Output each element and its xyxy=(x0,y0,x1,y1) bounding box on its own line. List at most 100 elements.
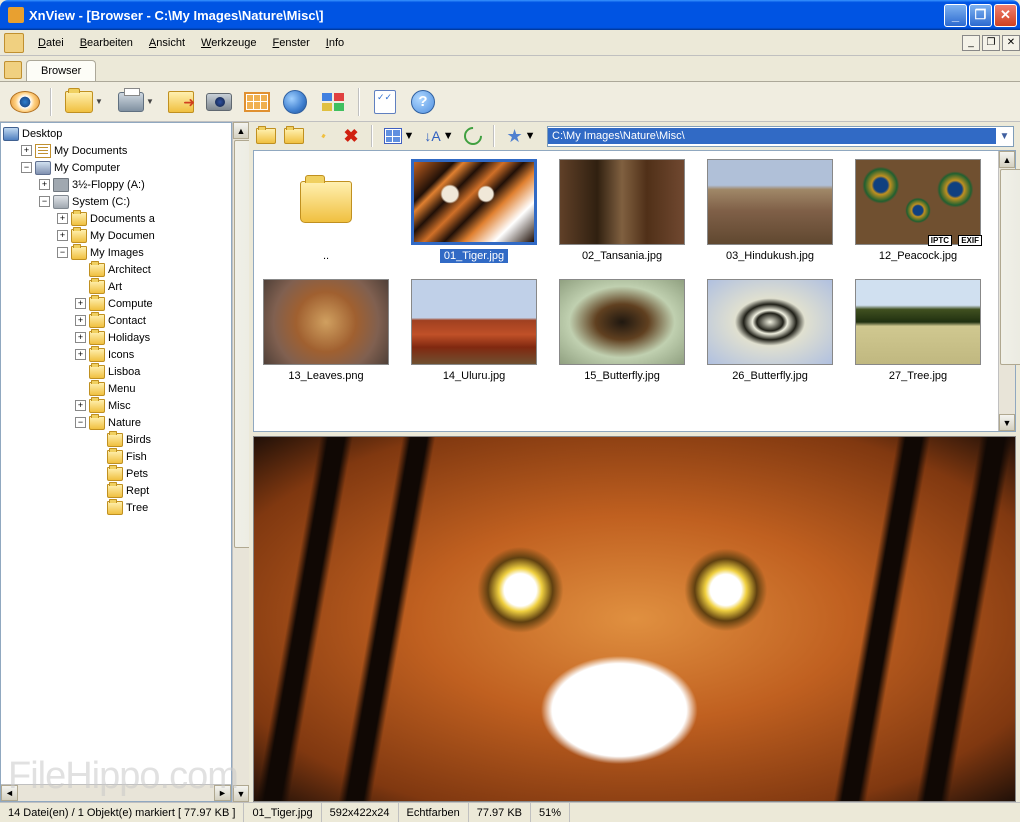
folder-up-button[interactable] xyxy=(255,124,279,148)
expand-icon[interactable]: + xyxy=(57,230,68,241)
status-filename: 01_Tiger.jpg xyxy=(244,803,321,822)
sort-button[interactable]: ↓A▼ xyxy=(421,124,457,148)
folder-tree[interactable]: Desktop +My Documents −My Computer +3½-F… xyxy=(1,123,231,784)
tree-node[interactable]: Architect xyxy=(3,261,229,278)
mdi-restore-button[interactable]: ❐ xyxy=(982,35,1000,51)
separator xyxy=(358,88,360,116)
tree-node[interactable]: Lisboa xyxy=(3,363,229,380)
tree-node[interactable]: +Misc xyxy=(3,397,229,414)
minimize-button[interactable]: _ xyxy=(944,4,967,27)
tree-node[interactable]: +Compute xyxy=(3,295,229,312)
tree-node[interactable]: Pets xyxy=(3,465,229,482)
tree-node[interactable]: +Icons xyxy=(3,346,229,363)
favorites-button[interactable]: ★▼ xyxy=(503,124,539,148)
tree-node-desktop[interactable]: Desktop xyxy=(3,125,229,142)
menu-fenster[interactable]: Fenster xyxy=(264,34,317,52)
expand-icon[interactable]: + xyxy=(57,213,68,224)
preview-pane[interactable] xyxy=(253,436,1016,802)
folder-icon xyxy=(89,399,105,413)
tree-node-floppy[interactable]: +3½-Floppy (A:) xyxy=(3,176,229,193)
print-button[interactable]: ▼ xyxy=(112,85,160,119)
address-bar[interactable]: C:\My Images\Nature\Misc\ ▼ xyxy=(547,126,1014,147)
menu-bearbeiten[interactable]: Bearbeiten xyxy=(72,34,141,52)
folder-icon xyxy=(107,433,123,447)
eye-icon xyxy=(10,91,40,113)
web-button[interactable] xyxy=(278,85,312,119)
help-button[interactable]: ? xyxy=(406,85,440,119)
folder-icon xyxy=(89,348,105,362)
new-folder-button[interactable] xyxy=(283,124,307,148)
tree-node[interactable]: +My Documen xyxy=(3,227,229,244)
thumb-item[interactable]: 01_Tiger.jpg xyxy=(410,159,538,263)
maximize-button[interactable]: ❐ xyxy=(969,4,992,27)
expand-icon[interactable]: + xyxy=(75,400,86,411)
collapse-icon[interactable]: − xyxy=(21,162,32,173)
tree-node-system-c[interactable]: −System (C:) xyxy=(3,193,229,210)
thumb-item[interactable]: 03_Hindukush.jpg xyxy=(706,159,834,263)
close-button[interactable]: ✕ xyxy=(994,4,1017,27)
expand-icon[interactable]: + xyxy=(39,179,50,190)
tab-browser[interactable]: Browser xyxy=(26,60,96,81)
view-mode-button[interactable]: ▼ xyxy=(381,124,417,148)
view-button[interactable] xyxy=(8,85,42,119)
thumb-item[interactable]: 15_Butterfly.jpg xyxy=(558,279,686,383)
folder-icon xyxy=(107,450,123,464)
titlebar: XnView - [Browser - C:\My Images\Nature\… xyxy=(0,0,1020,30)
thumb-parent-folder[interactable]: .. xyxy=(262,159,390,263)
tree-node[interactable]: Tree xyxy=(3,499,229,516)
collapse-icon[interactable]: − xyxy=(75,417,86,428)
slideshow-button[interactable] xyxy=(240,85,274,119)
expand-icon[interactable]: + xyxy=(75,349,86,360)
expand-icon[interactable]: + xyxy=(75,298,86,309)
status-zoom: 51% xyxy=(531,803,570,822)
thumbnail-image xyxy=(708,280,832,364)
tree-node-nature[interactable]: −Nature xyxy=(3,414,229,431)
thumb-item[interactable]: 13_Leaves.png xyxy=(262,279,390,383)
menu-datei[interactable]: Datei xyxy=(30,34,72,52)
app-icon xyxy=(8,7,24,23)
collapse-icon[interactable]: − xyxy=(39,196,50,207)
options-button[interactable] xyxy=(368,85,402,119)
thumb-item[interactable]: 27_Tree.jpg xyxy=(854,279,982,383)
tree-node[interactable]: +Holidays xyxy=(3,329,229,346)
thumb-item[interactable]: EXIFIPTC 12_Peacock.jpg xyxy=(854,159,982,263)
menu-info[interactable]: Info xyxy=(318,34,352,52)
tree-node[interactable]: Birds xyxy=(3,431,229,448)
tree-node[interactable]: +Contact xyxy=(3,312,229,329)
thumb-item[interactable]: 02_Tansania.jpg xyxy=(558,159,686,263)
folder-icon xyxy=(89,382,105,396)
address-dropdown-icon[interactable]: ▼ xyxy=(996,131,1013,142)
tree-node-my-computer[interactable]: −My Computer xyxy=(3,159,229,176)
tree-horizontal-scrollbar[interactable]: ◄► xyxy=(1,784,231,801)
tree-node[interactable]: +Documents a xyxy=(3,210,229,227)
thumb-item[interactable]: 14_Uluru.jpg xyxy=(410,279,538,383)
tree-node[interactable]: Menu xyxy=(3,380,229,397)
layout-button[interactable] xyxy=(316,85,350,119)
refresh-icon xyxy=(460,123,485,148)
address-text[interactable]: C:\My Images\Nature\Misc\ xyxy=(548,128,996,144)
expand-icon[interactable]: + xyxy=(75,332,86,343)
capture-button[interactable] xyxy=(202,85,236,119)
thumbnails-vertical-scrollbar[interactable]: ▲▼ xyxy=(998,151,1015,431)
open-button[interactable]: ▼ xyxy=(60,85,108,119)
thumb-item[interactable]: 26_Butterfly.jpg xyxy=(706,279,834,383)
tree-node-my-images[interactable]: −My Images xyxy=(3,244,229,261)
collapse-icon[interactable]: − xyxy=(57,247,68,258)
folder-icon xyxy=(71,229,87,243)
refresh-button[interactable] xyxy=(461,124,485,148)
expand-icon[interactable]: + xyxy=(75,315,86,326)
tree-node[interactable]: Art xyxy=(3,278,229,295)
expand-icon[interactable]: + xyxy=(21,145,32,156)
delete-button[interactable]: ✖ xyxy=(339,124,363,148)
menu-ansicht[interactable]: Ansicht xyxy=(141,34,193,52)
mdi-close-button[interactable]: ✕ xyxy=(1002,35,1020,51)
separator xyxy=(371,125,373,147)
tree-node[interactable]: Fish xyxy=(3,448,229,465)
tree-vertical-scrollbar[interactable]: ▲▼ xyxy=(232,122,249,802)
tree-node[interactable]: Rept xyxy=(3,482,229,499)
mdi-minimize-button[interactable]: _ xyxy=(962,35,980,51)
edit-button[interactable] xyxy=(311,124,335,148)
menu-werkzeuge[interactable]: Werkzeuge xyxy=(193,34,264,52)
convert-button[interactable] xyxy=(164,85,198,119)
tree-node-my-documents[interactable]: +My Documents xyxy=(3,142,229,159)
